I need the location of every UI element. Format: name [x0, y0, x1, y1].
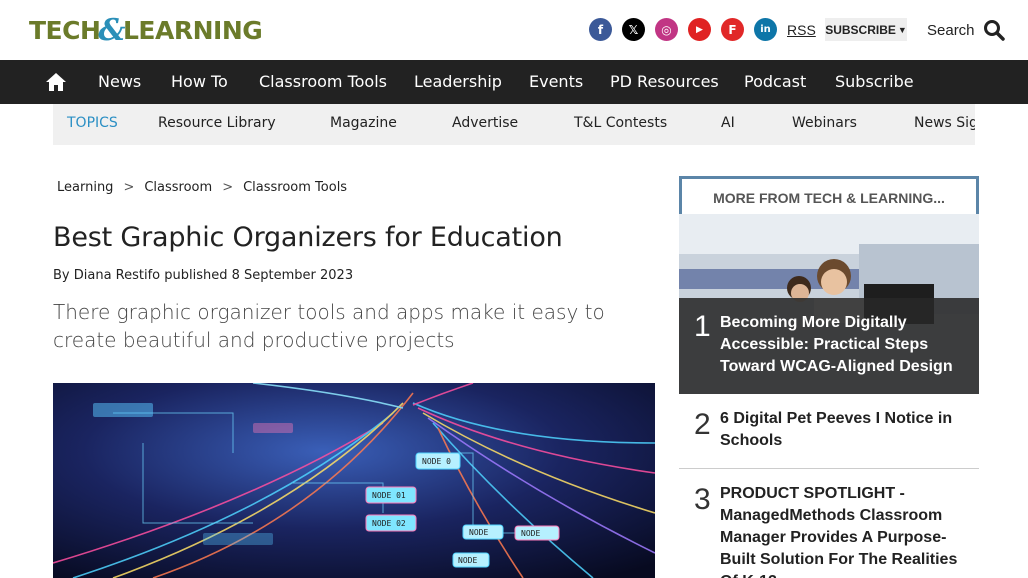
topic-resource-library[interactable]: Resource Library [158, 104, 276, 145]
topic-contests[interactable]: T&L Contests [574, 104, 667, 145]
breadcrumb-separator: > [222, 180, 234, 195]
featured-item-caption: 1 Becoming More Digitally Accessible: Pr… [679, 298, 979, 394]
nav-item-news[interactable]: News [98, 60, 141, 104]
topics-bar: TOPICS Resource Library Magazine Adverti… [53, 104, 975, 145]
breadcrumb: Learning > Classroom > Classroom Tools [57, 180, 347, 195]
featured-item-title[interactable]: Becoming More Digitally Accessible: Prac… [720, 312, 970, 378]
x-icon[interactable]: 𝕏 [622, 18, 645, 41]
logo-ampersand: & [98, 12, 125, 48]
hero-node-label: NODE 0 [422, 457, 451, 466]
instagram-icon[interactable]: ◎ [655, 18, 678, 41]
list-item-title[interactable]: 6 Digital Pet Peeves I Notice in Schools [720, 408, 970, 452]
list-item-title[interactable]: PRODUCT SPOTLIGHT - ManagedMethods Class… [720, 483, 970, 578]
nav-item-subscribe[interactable]: Subscribe [835, 60, 914, 104]
hero-node-label: NODE 02 [372, 519, 406, 528]
hero-image: NODE 01 NODE 02 NODE 0 NODE NODE NODE [53, 383, 655, 578]
youtube-icon[interactable]: ▶ [688, 18, 711, 41]
topic-advertise[interactable]: Advertise [452, 104, 518, 145]
hero-node-label: NODE [521, 529, 540, 538]
linkedin-icon[interactable]: in [754, 18, 777, 41]
caret-down-icon: ▼ [897, 24, 907, 35]
sidebar-list-item[interactable]: 2 6 Digital Pet Peeves I Notice in Schoo… [679, 394, 979, 469]
subscribe-dropdown[interactable]: SUBSCRIBE ▼ [825, 18, 907, 41]
rank-number: 2 [694, 408, 711, 441]
rank-number: 1 [694, 310, 711, 343]
social-links: f 𝕏 ◎ ▶ F in RSS [589, 18, 816, 41]
nav-item-podcast[interactable]: Podcast [744, 60, 806, 104]
breadcrumb-separator: > [123, 180, 135, 195]
logo-text-learning: LEARNING [123, 15, 263, 45]
breadcrumb-classroom[interactable]: Classroom [144, 180, 212, 195]
topic-news-signup[interactable]: News Sig [914, 104, 975, 145]
sidebar-featured-item[interactable]: 1 Becoming More Digitally Accessible: Pr… [679, 214, 979, 394]
sidebar-heading: MORE FROM TECH & LEARNING... [679, 176, 979, 215]
facebook-icon[interactable]: f [589, 18, 612, 41]
topics-label: TOPICS [67, 115, 118, 131]
topic-webinars[interactable]: Webinars [792, 104, 857, 145]
main-nav: News How To Classroom Tools Leadership E… [0, 60, 1028, 104]
hero-node-label: NODE [469, 528, 488, 537]
article-title: Best Graphic Organizers for Education [53, 222, 563, 253]
nav-item-leadership[interactable]: Leadership [414, 60, 502, 104]
site-header: TECH & LEARNING f 𝕏 ◎ ▶ F in RSS SUBSCRI… [0, 0, 1028, 60]
article-subtitle: There graphic organizer tools and apps m… [53, 300, 605, 352]
breadcrumb-learning[interactable]: Learning [57, 180, 113, 195]
nav-item-events[interactable]: Events [529, 60, 583, 104]
hero-node-label: NODE [458, 556, 477, 565]
subscribe-label: SUBSCRIBE [825, 22, 896, 37]
rank-number: 3 [694, 483, 711, 516]
hero-illustration: NODE 01 NODE 02 NODE 0 NODE NODE NODE [53, 383, 655, 578]
search-label: Search [927, 21, 975, 39]
nav-item-classroom-tools[interactable]: Classroom Tools [259, 60, 387, 104]
topic-magazine[interactable]: Magazine [330, 104, 397, 145]
breadcrumb-classroom-tools[interactable]: Classroom Tools [243, 180, 347, 195]
site-logo[interactable]: TECH & LEARNING [29, 12, 263, 48]
article-byline: By Diana Restifo published 8 September 2… [53, 268, 354, 283]
search-icon [983, 20, 1005, 41]
flipboard-icon[interactable]: F [721, 18, 744, 41]
nav-item-how-to[interactable]: How To [171, 60, 228, 104]
nav-item-pd-resources[interactable]: PD Resources [610, 60, 719, 104]
rss-link[interactable]: RSS [787, 22, 816, 38]
topic-ai[interactable]: AI [721, 104, 735, 145]
search-button[interactable]: Search [927, 18, 1005, 42]
home-icon[interactable] [45, 72, 67, 92]
more-from-sidebar: MORE FROM TECH & LEARNING... 1 Becoming … [679, 176, 979, 578]
hero-node-label: NODE 01 [372, 491, 406, 500]
logo-text-tech: TECH [29, 15, 101, 45]
sidebar-list-item[interactable]: 3 PRODUCT SPOTLIGHT - ManagedMethods Cla… [679, 469, 979, 578]
